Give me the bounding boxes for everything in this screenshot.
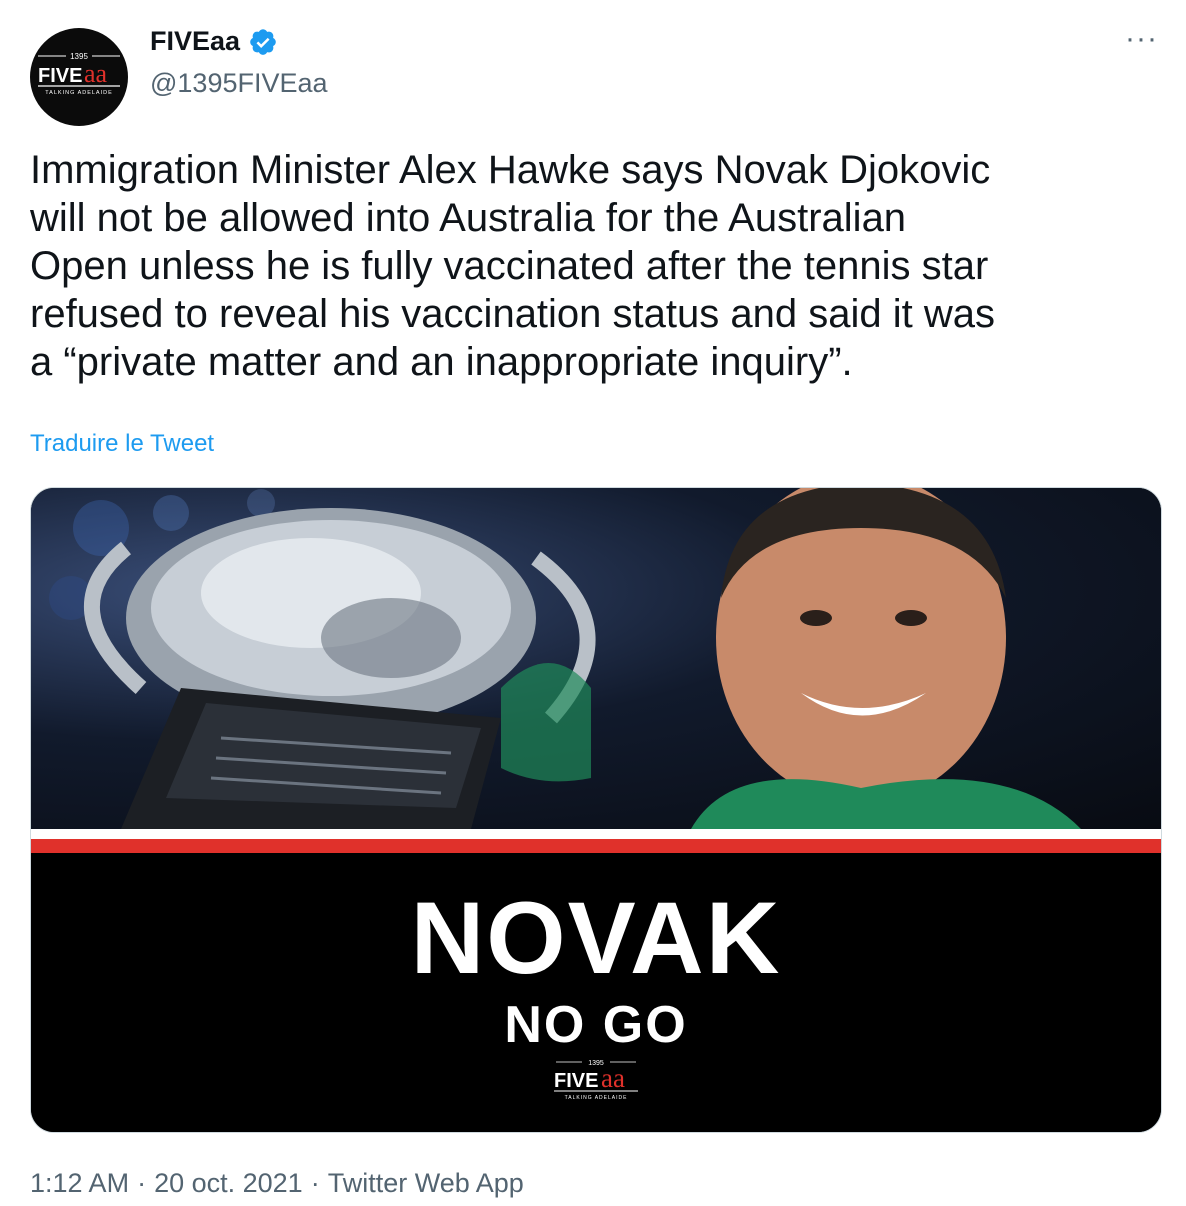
tweet-time[interactable]: 1:12 AM [30, 1168, 129, 1199]
avatar-logo-word-b: aa [84, 59, 108, 88]
media-headline: NOVAK [410, 881, 782, 995]
author-handle[interactable]: @1395FIVEaa [150, 68, 328, 99]
author-display-name[interactable]: FIVEaa [150, 26, 240, 57]
tweet-media-image[interactable]: NOVAK NO GO 1395 FIVE aa TALKING ADELAID… [30, 487, 1162, 1133]
banner-logo-word-a: FIVE [554, 1070, 598, 1092]
photo-trophy-player [31, 488, 1161, 829]
banner-white-stripe [31, 829, 1161, 839]
avatar-logo-word-a: FIVE [38, 65, 82, 87]
meta-separator: · [137, 1168, 147, 1198]
meta-separator: · [310, 1168, 320, 1198]
banner-logo-tagline: TALKING ADELAIDE [565, 1095, 628, 1101]
headline-banner: NOVAK NO GO 1395 FIVE aa TALKING ADELAID… [31, 853, 1161, 1132]
fiveaa-logo: 1395 FIVE aa TALKING ADELAIDE [38, 52, 120, 96]
banner-logo-word-b: aa [601, 1063, 625, 1093]
avatar[interactable]: 1395 FIVE aa TALKING ADELAIDE [30, 28, 128, 126]
photo-illustration [49, 488, 1081, 829]
tweet-metadata: 1:12 AM · 20 oct. 2021 · Twitter Web App [30, 1168, 524, 1199]
tweet: 1395 FIVE aa TALKING ADELAIDE FIVEaa @13… [0, 0, 1186, 1206]
banner-red-stripe [31, 839, 1161, 853]
translate-tweet-link[interactable]: Traduire le Tweet [30, 430, 214, 458]
author-name-row: FIVEaa [150, 26, 278, 57]
more-dots-icon[interactable]: ··· [1125, 24, 1158, 54]
avatar-logo-tagline: TALKING ADELAIDE [45, 90, 113, 96]
fiveaa-banner-logo: 1395 FIVE aa TALKING ADELAIDE [554, 1060, 638, 1101]
verified-badge-icon [250, 28, 276, 55]
tweet-text: Immigration Minister Alex Hawke says Nov… [30, 148, 995, 384]
tweet-date[interactable]: 20 oct. 2021 [154, 1168, 303, 1199]
tweet-source[interactable]: Twitter Web App [328, 1168, 524, 1199]
media-subhead: NO GO [504, 996, 688, 1054]
